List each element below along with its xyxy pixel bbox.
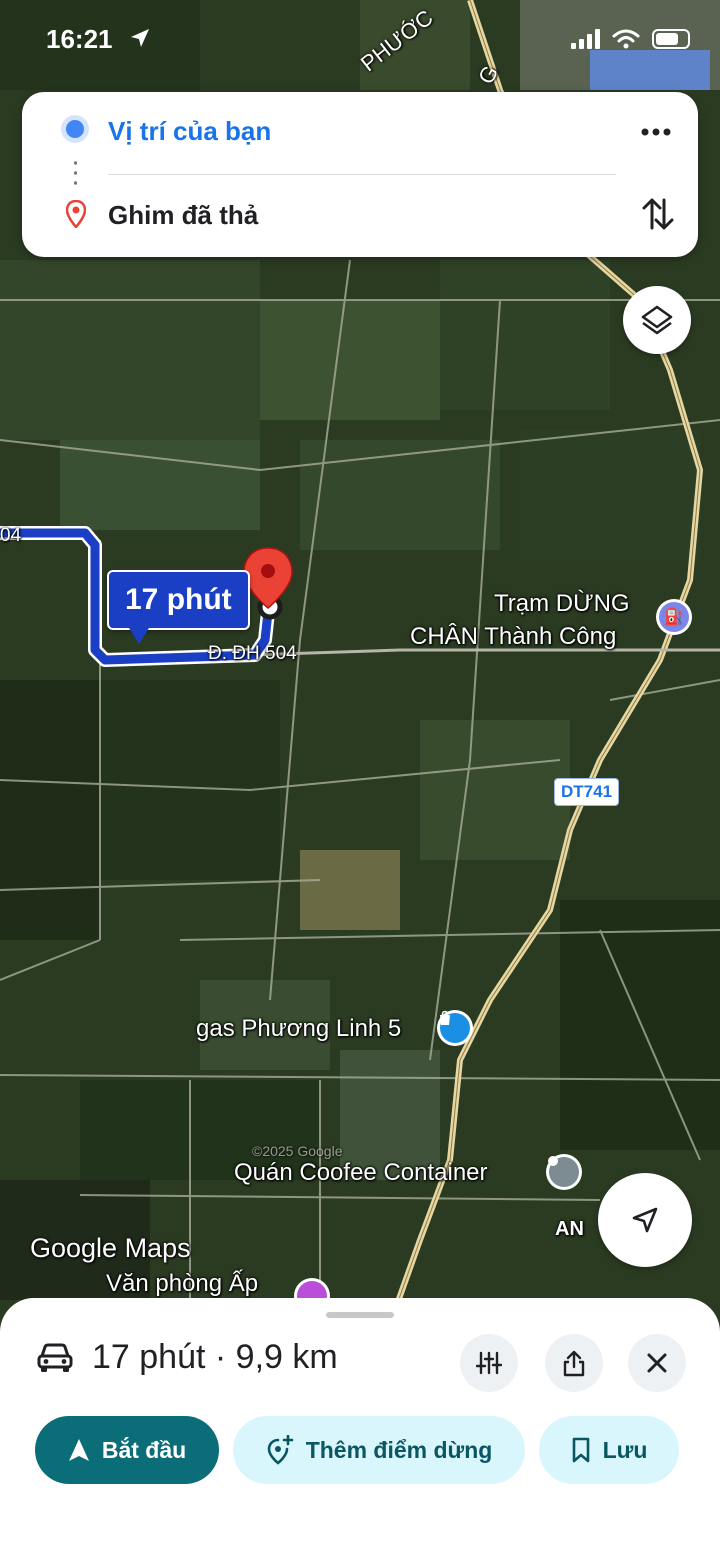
fuel-icon: ⛽ [659,602,689,632]
swap-button[interactable] [638,192,678,236]
place-label-an: AN [555,1218,584,1240]
road-label-left: 04 [0,525,22,546]
map-watermark: ©2025 Google [252,1143,343,1159]
start-button-label: Bắt đầu [101,1436,187,1463]
location-arrow-icon [131,29,149,47]
start-arrow-icon [68,1439,89,1461]
swap-icon [642,198,674,230]
shopping-bag-icon [440,1010,470,1043]
share-icon [563,1350,585,1377]
status-icons [571,28,690,50]
sheet-drag-handle[interactable] [326,1312,394,1318]
route-card-divider [108,174,616,175]
route-options-button[interactable] [460,1334,518,1392]
more-options-button[interactable] [636,114,676,150]
add-stop-button-label: Thêm điểm dừng [305,1436,493,1463]
route-summary: 17 phút · 9,9 km [92,1338,338,1376]
signal-icon [571,29,600,49]
poi-tram-label-line1[interactable]: Trạm DỪNG [494,590,630,618]
poi-shop-marker[interactable] [437,1010,473,1046]
save-button[interactable]: Lưu [539,1416,679,1484]
highway-shield: DT741 [554,778,620,806]
save-button-label: Lưu [602,1436,648,1463]
route-dots [74,158,77,188]
share-button[interactable] [545,1334,603,1392]
add-stop-button[interactable]: Thêm điểm dừng [233,1416,525,1484]
navigate-icon [632,1207,658,1233]
origin-field[interactable]: Vị trí của bạn [108,116,271,147]
route-card: Vị trí của bạn Ghim đã thả [22,92,698,257]
poi-coffee-marker[interactable] [546,1154,582,1190]
poi-office-label[interactable]: Văn phòng Ấp [106,1270,258,1298]
more-icon [641,128,671,136]
google-maps-logo: Google Maps [30,1233,191,1263]
add-stop-icon [267,1435,293,1465]
poi-gas-station-marker[interactable]: ⛽ [656,599,692,635]
origin-dot-icon [66,120,84,138]
destination-pin-icon [66,200,86,228]
start-button[interactable]: Bắt đầu [35,1416,219,1484]
layers-icon [641,305,673,335]
status-bar: 16:21 [0,0,720,80]
recenter-button[interactable] [598,1173,692,1267]
bookmark-icon [572,1437,589,1463]
status-time: 16:21 [46,24,113,54]
road-label-dh504: Đ. ĐH 504 [208,643,297,664]
close-button[interactable] [628,1334,686,1392]
place-icon [548,1156,579,1187]
route-eta-badge[interactable]: 17 phút [107,570,250,644]
destination-field[interactable]: Ghim đã thả [108,200,258,231]
bottom-sheet: 17 phút · 9,9 km Bắt đầu Thêm điểm dừng … [0,1298,720,1559]
options-icon [476,1351,502,1375]
wifi-icon [612,29,640,49]
poi-gas-label[interactable]: gas Phương Linh 5 [196,1015,401,1043]
battery-icon [652,29,690,49]
layers-button[interactable] [623,286,691,354]
poi-tram-label-line2[interactable]: CHÂN Thành Công [410,623,616,651]
poi-coffee-label[interactable]: Quán Coofee Container [234,1159,488,1187]
car-icon [37,1343,73,1372]
close-icon [647,1353,667,1373]
